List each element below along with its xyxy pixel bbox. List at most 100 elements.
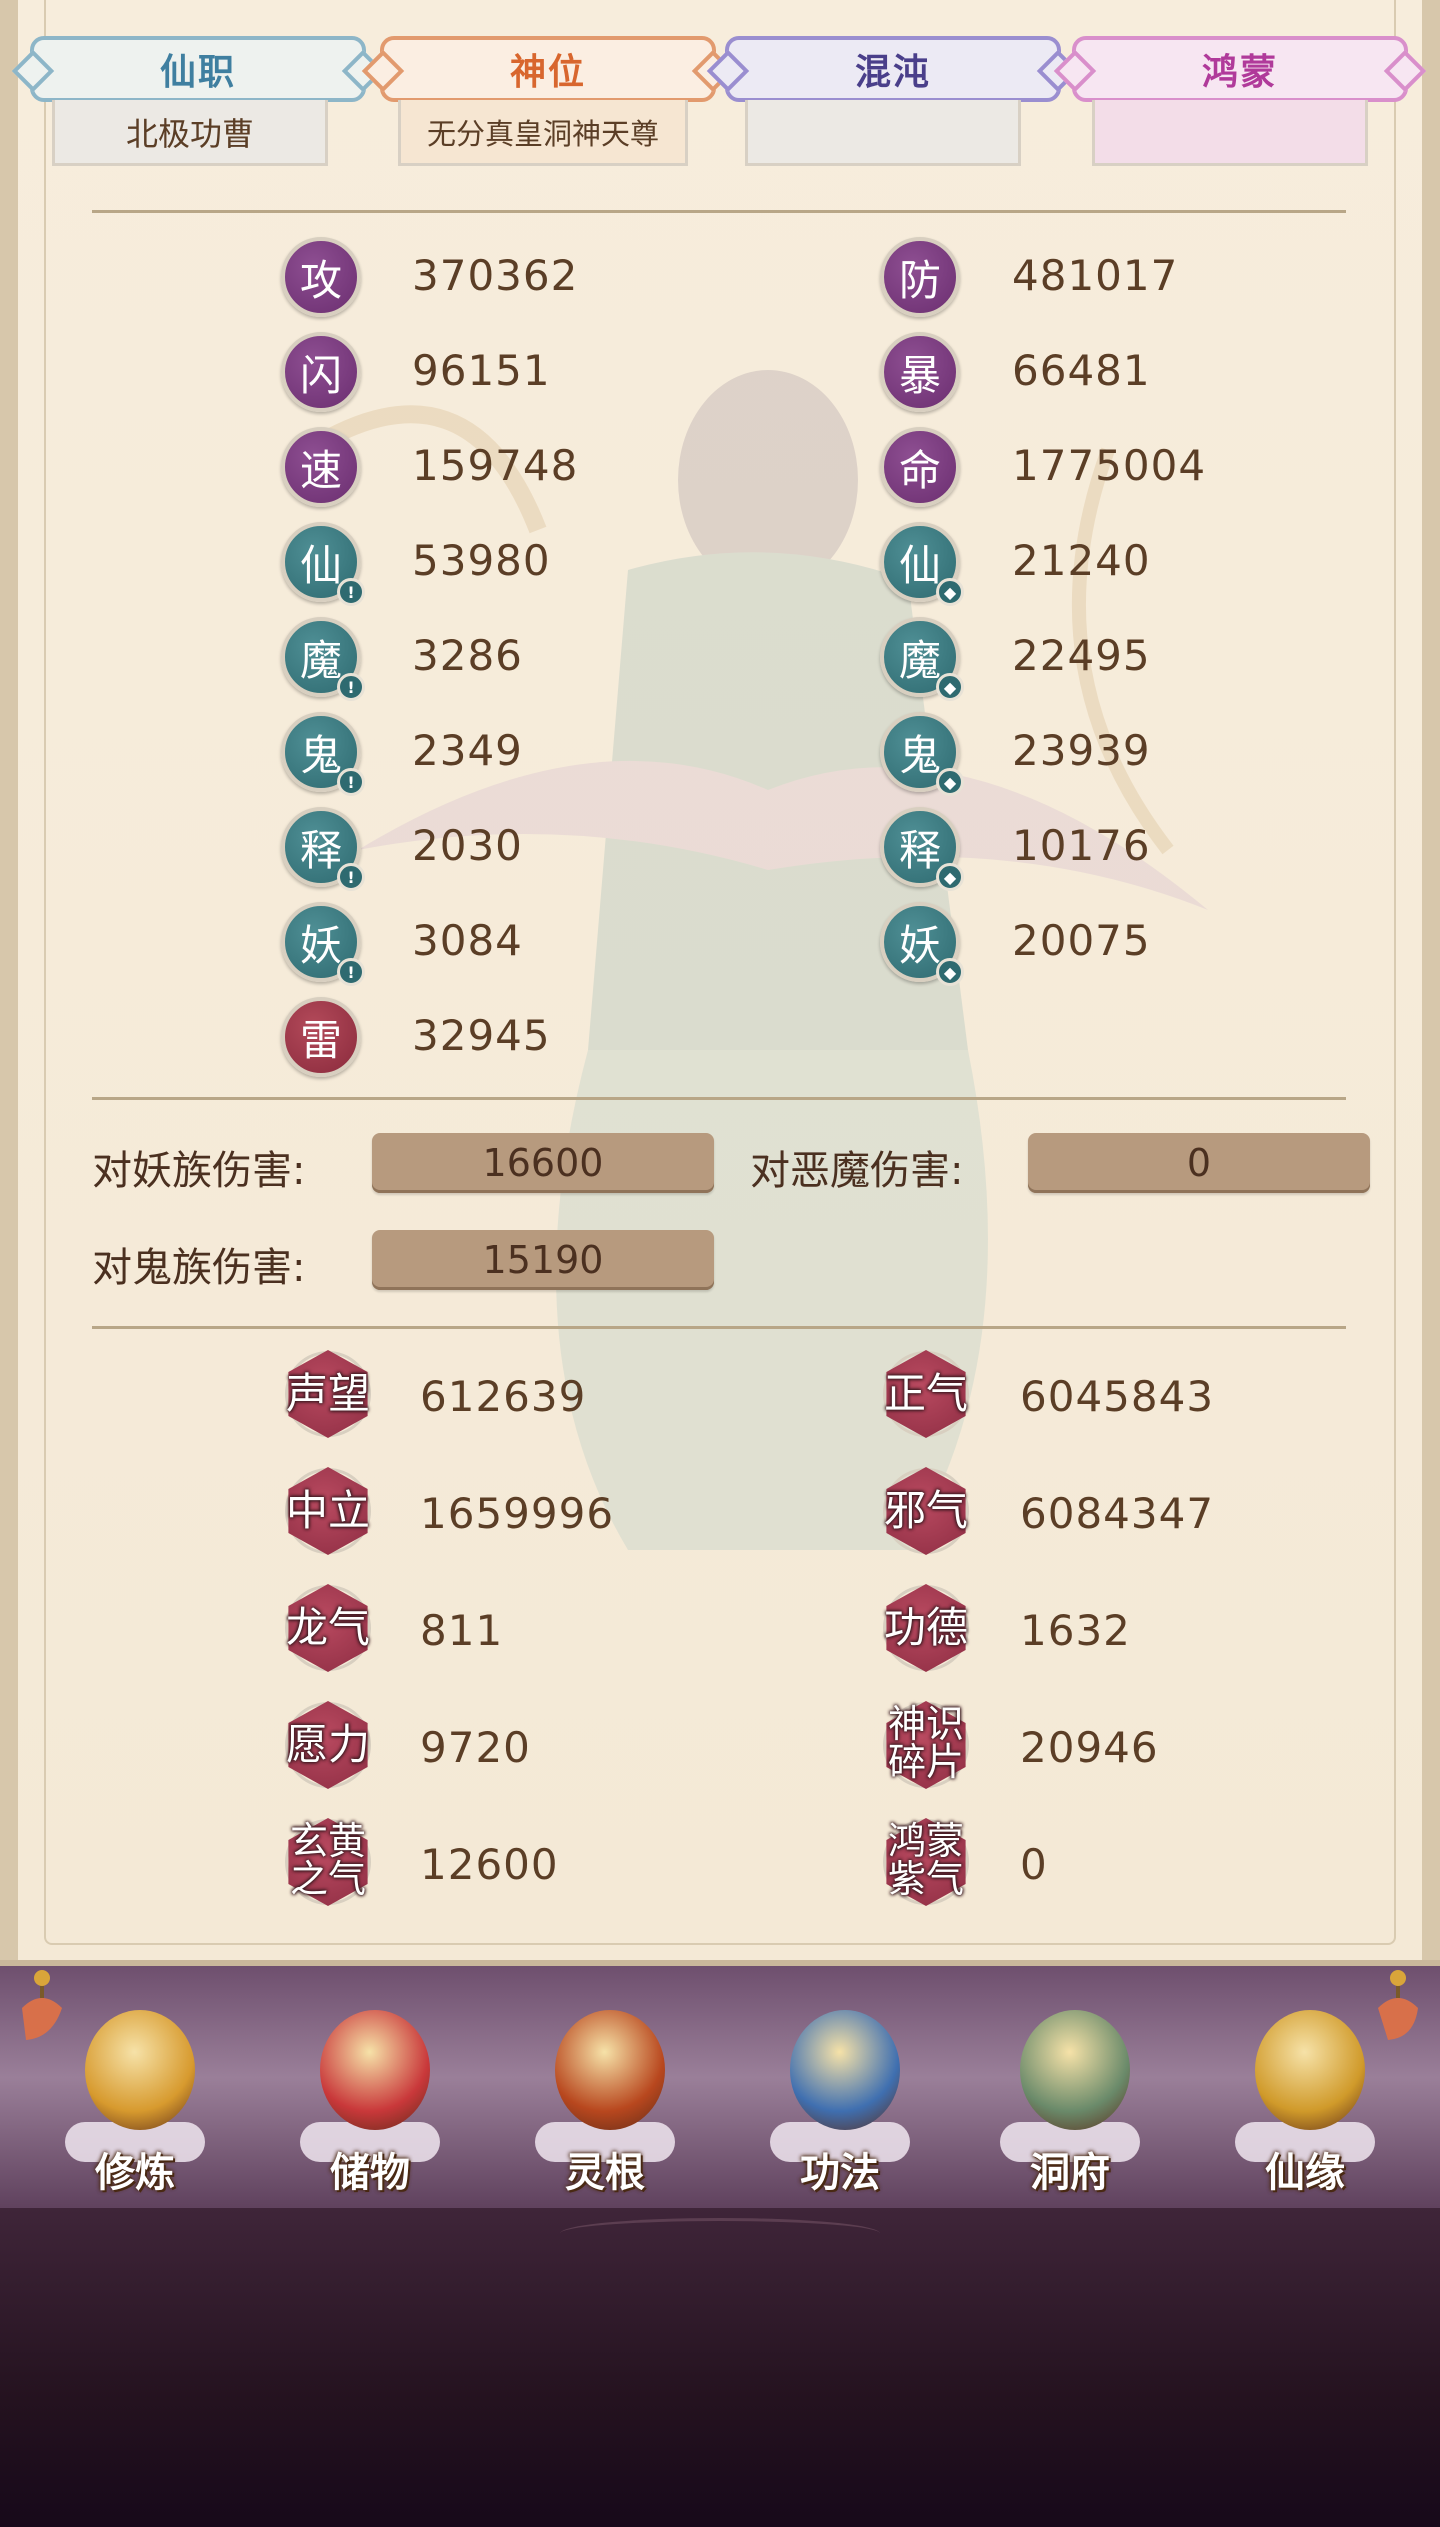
stat-left-value-2: 96151 xyxy=(412,346,551,395)
stat-left-icon-6[interactable]: 鬼! xyxy=(281,712,365,796)
attack-badge-icon: ! xyxy=(337,768,365,796)
stat-right-icon-6[interactable]: 鬼 ◆ xyxy=(880,712,964,796)
attack-badge-icon: ! xyxy=(337,958,365,986)
currency-right-label-2: 邪气 xyxy=(883,1486,968,1535)
stat-left-icon-8[interactable]: 妖! xyxy=(281,902,365,986)
stat-left-icon-9[interactable]: 雷 xyxy=(281,997,361,1077)
nav-6[interactable]: 仙缘 xyxy=(1225,2010,1385,2200)
bottom-ornament xyxy=(560,2218,880,2249)
stat-right-value-2: 66481 xyxy=(1012,346,1151,395)
stat-right-value-4: 21240 xyxy=(1012,536,1151,585)
monk-icon xyxy=(85,2010,195,2130)
currency-left-label-3: 龙气 xyxy=(285,1603,370,1652)
currency-right-value-1: 6045843 xyxy=(1020,1372,1215,1421)
nav-label: 储物 xyxy=(330,2150,410,2196)
stat-right-value-8: 20075 xyxy=(1012,916,1151,965)
bag-icon xyxy=(320,2010,430,2130)
damage-ghost-value: 15190 xyxy=(372,1230,714,1290)
nav-label: 灵根 xyxy=(565,2150,645,2196)
stat-right-icon-glyph: 妖 xyxy=(898,920,941,970)
currency-left-value-3: 811 xyxy=(420,1606,504,1655)
divider-middle xyxy=(92,1097,1346,1100)
currency-right-value-4: 20946 xyxy=(1020,1723,1159,1772)
bottom-nav-bar xyxy=(0,1960,1440,2214)
stat-left-icon-2[interactable]: 闪 xyxy=(281,332,361,412)
currency-left-value-4: 9720 xyxy=(420,1723,531,1772)
tab-4-subtitle xyxy=(1092,100,1368,166)
damage-yao-label: 对妖族伤害: xyxy=(92,1148,306,1194)
currency-right-value-2: 6084347 xyxy=(1020,1489,1215,1538)
book-icon xyxy=(790,2010,900,2130)
palace-icon xyxy=(1020,2010,1130,2130)
panel-frame xyxy=(44,0,1396,1945)
nav-3[interactable]: 灵根 xyxy=(525,2010,685,2200)
currency-left-value-2: 1659996 xyxy=(420,1489,615,1538)
stat-left-value-1: 370362 xyxy=(412,251,579,300)
stat-left-icon-7[interactable]: 释! xyxy=(281,807,365,891)
stat-left-icon-glyph: 仙 xyxy=(299,540,342,590)
stat-right-icon-3[interactable]: 命 xyxy=(880,427,960,507)
tab-2[interactable]: 神位 xyxy=(380,36,716,102)
damage-demon-label: 对恶魔伤害: xyxy=(750,1148,964,1194)
attack-badge-icon: ! xyxy=(337,863,365,891)
nav-4[interactable]: 功法 xyxy=(760,2010,920,2200)
stat-right-icon-glyph: 魔 xyxy=(898,635,941,685)
stat-right-value-1: 481017 xyxy=(1012,251,1179,300)
stat-left-value-5: 3286 xyxy=(412,631,523,680)
stat-left-icon-5[interactable]: 魔! xyxy=(281,617,365,701)
currency-left-value-1: 612639 xyxy=(420,1372,587,1421)
stat-left-icon-glyph: 雷 xyxy=(299,1015,342,1065)
currency-left-label-1: 声望 xyxy=(285,1369,370,1418)
nav-label: 仙缘 xyxy=(1265,2150,1345,2196)
stat-right-icon-glyph: 释 xyxy=(898,825,941,875)
stat-right-value-7: 10176 xyxy=(1012,821,1151,870)
defense-shield-icon: ◆ xyxy=(936,578,964,606)
stat-right-value-3: 1775004 xyxy=(1012,441,1207,490)
stat-right-icon-8[interactable]: 妖 ◆ xyxy=(880,902,964,986)
stat-left-icon-glyph: 释 xyxy=(299,825,342,875)
attack-badge-icon: ! xyxy=(337,578,365,606)
stat-right-icon-glyph: 命 xyxy=(898,445,941,495)
stat-right-icon-5[interactable]: 魔 ◆ xyxy=(880,617,964,701)
nav-label: 洞府 xyxy=(1030,2150,1110,2196)
defense-shield-icon: ◆ xyxy=(936,768,964,796)
divider-lower xyxy=(92,1326,1346,1329)
currency-right-value-3: 1632 xyxy=(1020,1606,1131,1655)
stat-right-value-5: 22495 xyxy=(1012,631,1151,680)
stat-right-icon-glyph: 暴 xyxy=(898,350,941,400)
stat-left-icon-glyph: 攻 xyxy=(299,255,342,305)
stat-left-icon-glyph: 闪 xyxy=(299,350,342,400)
defense-shield-icon: ◆ xyxy=(936,863,964,891)
stat-left-value-9: 32945 xyxy=(412,1011,551,1060)
stat-right-icon-1[interactable]: 防 xyxy=(880,237,960,317)
stat-left-icon-4[interactable]: 仙! xyxy=(281,522,365,606)
nav-1[interactable]: 修炼 xyxy=(55,2010,215,2200)
stat-right-icon-glyph: 仙 xyxy=(898,540,941,590)
stat-right-icon-2[interactable]: 暴 xyxy=(880,332,960,412)
stat-right-icon-glyph: 防 xyxy=(898,255,941,305)
divider-top xyxy=(92,210,1346,213)
stat-right-value-6: 23939 xyxy=(1012,726,1151,775)
stat-right-icon-glyph: 鬼 xyxy=(898,730,941,780)
stat-left-icon-glyph: 妖 xyxy=(299,920,342,970)
tab-3-subtitle xyxy=(745,100,1021,166)
stat-right-icon-4[interactable]: 仙 ◆ xyxy=(880,522,964,606)
tab-1-subtitle: 北极功曹 xyxy=(52,100,328,166)
nav-5[interactable]: 洞府 xyxy=(990,2010,1150,2200)
nav-label: 修炼 xyxy=(95,2150,175,2196)
currency-left-value-5: 12600 xyxy=(420,1840,559,1889)
stat-left-value-6: 2349 xyxy=(412,726,523,775)
stat-left-icon-glyph: 魔 xyxy=(299,635,342,685)
nav-2[interactable]: 储物 xyxy=(290,2010,450,2200)
stat-left-icon-3[interactable]: 速 xyxy=(281,427,361,507)
nav-label: 功法 xyxy=(800,2150,880,2196)
tab-4[interactable]: 鸿蒙 xyxy=(1072,36,1408,102)
tab-3[interactable]: 混沌 xyxy=(725,36,1061,102)
stat-left-icon-1[interactable]: 攻 xyxy=(281,237,361,317)
tab-2-subtitle: 无分真皇洞神天尊 xyxy=(398,100,688,166)
stat-left-value-3: 159748 xyxy=(412,441,579,490)
tab-1[interactable]: 仙职 xyxy=(30,36,366,102)
stat-right-icon-7[interactable]: 释 ◆ xyxy=(880,807,964,891)
currency-right-value-5: 0 xyxy=(1020,1840,1048,1889)
stat-left-value-7: 2030 xyxy=(412,821,523,870)
